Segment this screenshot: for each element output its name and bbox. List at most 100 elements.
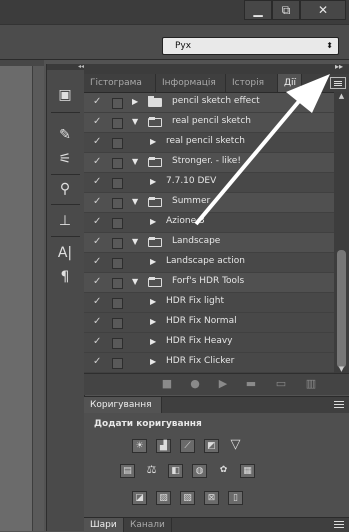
- photo-filter-icon[interactable]: ◍: [192, 464, 207, 478]
- disclosure-closed-icon[interactable]: ▶: [132, 97, 138, 106]
- action-row[interactable]: ✓ ▶ 7.7.10 DEV: [84, 173, 334, 193]
- action-set-row[interactable]: ✓ ▶ pencil sketch effect: [84, 93, 334, 113]
- selective-color-icon[interactable]: ⊠: [204, 491, 219, 505]
- disclosure-open-icon[interactable]: ▼: [132, 117, 138, 126]
- action-set-row[interactable]: ✓ ▼ Landscape: [84, 233, 334, 253]
- tab-actions[interactable]: Дії: [278, 74, 302, 92]
- check-icon[interactable]: ✓: [93, 336, 101, 347]
- scroll-down-icon[interactable]: ▼: [334, 365, 349, 373]
- dialog-toggle-box[interactable]: [112, 278, 123, 289]
- invert-icon[interactable]: ◪: [132, 491, 147, 505]
- tab-layers[interactable]: Шари: [84, 518, 124, 532]
- action-set-row[interactable]: ✓ ▼ Forf's HDR Tools: [84, 273, 334, 293]
- 3d-panel-icon[interactable]: ▣: [53, 84, 77, 106]
- dialog-toggle-box[interactable]: [112, 138, 123, 149]
- dialog-toggle-box[interactable]: [112, 298, 123, 309]
- dialog-toggle-box[interactable]: [112, 318, 123, 329]
- brightness-icon[interactable]: ☀: [132, 439, 147, 453]
- play-icon[interactable]: ▶: [216, 378, 230, 390]
- threshold-icon[interactable]: ▧: [180, 491, 195, 505]
- collapse-icon[interactable]: ◂◂: [47, 64, 84, 70]
- action-row[interactable]: ✓ ▶ HDR Fix Heavy: [84, 333, 334, 353]
- black-white-icon[interactable]: ◧: [168, 464, 183, 478]
- minimize-button[interactable]: ▁: [244, 0, 272, 20]
- check-icon[interactable]: ✓: [93, 236, 101, 247]
- dialog-toggle-box[interactable]: [112, 158, 123, 169]
- disclosure-closed-icon[interactable]: ▶: [150, 297, 156, 306]
- action-set-row[interactable]: ✓ ▼ real pencil sketch: [84, 113, 334, 133]
- stop-icon[interactable]: ■: [160, 378, 174, 390]
- action-row[interactable]: ✓ ▶ HDR Fix Normal: [84, 313, 334, 333]
- action-row[interactable]: ✓ ▶ real pencil sketch: [84, 133, 334, 153]
- character-panel-icon[interactable]: A|: [53, 242, 77, 264]
- disclosure-closed-icon[interactable]: ▶: [150, 337, 156, 346]
- trash-icon[interactable]: ▥: [304, 378, 318, 390]
- disclosure-closed-icon[interactable]: ▶: [150, 137, 156, 146]
- brush-panel-icon[interactable]: ⚟: [53, 148, 77, 170]
- dialog-toggle-box[interactable]: [112, 358, 123, 369]
- dialog-toggle-box[interactable]: [112, 258, 123, 269]
- disclosure-open-icon[interactable]: ▼: [132, 197, 138, 206]
- disclosure-open-icon[interactable]: ▼: [132, 157, 138, 166]
- check-icon[interactable]: ✓: [93, 156, 101, 167]
- dialog-toggle-box[interactable]: [112, 238, 123, 249]
- dialog-toggle-box[interactable]: [112, 198, 123, 209]
- check-icon[interactable]: ✓: [93, 176, 101, 187]
- brush-presets-icon[interactable]: ✎: [53, 124, 77, 146]
- check-icon[interactable]: ✓: [93, 256, 101, 267]
- levels-icon[interactable]: ▟: [156, 439, 171, 453]
- exposure-icon[interactable]: ◩: [204, 439, 219, 453]
- disclosure-closed-icon[interactable]: ▶: [150, 257, 156, 266]
- tab-adjustments[interactable]: Коригування: [84, 397, 162, 413]
- tab-history[interactable]: Історія: [226, 74, 278, 92]
- tab-info[interactable]: Інформація: [156, 74, 226, 92]
- disclosure-open-icon[interactable]: ▼: [132, 277, 138, 286]
- adjustments-menu-icon[interactable]: [332, 400, 346, 410]
- curves-icon[interactable]: ⟋: [180, 439, 195, 453]
- scroll-thumb[interactable]: [337, 250, 346, 368]
- action-row[interactable]: ✓ ▶ HDR Fix Clicker: [84, 353, 334, 373]
- check-icon[interactable]: ✓: [93, 116, 101, 127]
- dialog-toggle-box[interactable]: [112, 218, 123, 229]
- check-icon[interactable]: ✓: [93, 276, 101, 287]
- layers-menu-icon[interactable]: [332, 520, 346, 530]
- close-button[interactable]: ✕: [300, 0, 346, 20]
- check-icon[interactable]: ✓: [93, 296, 101, 307]
- color-lookup-icon[interactable]: ▦: [240, 464, 255, 478]
- disclosure-closed-icon[interactable]: ▶: [150, 357, 156, 366]
- disclosure-closed-icon[interactable]: ▶: [150, 317, 156, 326]
- panel-collapse-bar[interactable]: ▸▸: [84, 62, 349, 74]
- vibrance-icon[interactable]: ▽: [228, 438, 243, 453]
- new-set-icon[interactable]: ▬: [244, 378, 258, 390]
- document-canvas[interactable]: [0, 66, 33, 531]
- action-row[interactable]: ✓ ▶ HDR Fix light: [84, 293, 334, 313]
- action-row[interactable]: ✓ ▶ Landscape action: [84, 253, 334, 273]
- dialog-toggle-box[interactable]: [112, 338, 123, 349]
- dialog-toggle-box[interactable]: [112, 178, 123, 189]
- tab-histogram[interactable]: Гістограма: [84, 74, 156, 92]
- check-icon[interactable]: ✓: [93, 196, 101, 207]
- check-icon[interactable]: ✓: [93, 96, 101, 107]
- action-set-row[interactable]: ✓ ▼ Stronger. - like!: [84, 153, 334, 173]
- disclosure-closed-icon[interactable]: ▶: [150, 177, 156, 186]
- disclosure-open-icon[interactable]: ▼: [132, 237, 138, 246]
- tool-presets-icon[interactable]: ⊥: [53, 210, 77, 232]
- tab-channels[interactable]: Канали: [124, 518, 172, 532]
- new-action-icon[interactable]: ▭: [274, 378, 288, 390]
- panel-menu-icon[interactable]: [330, 77, 346, 89]
- check-icon[interactable]: ✓: [93, 216, 101, 227]
- dialog-toggle-box[interactable]: [112, 118, 123, 129]
- restore-button[interactable]: ⧉: [272, 0, 300, 20]
- clone-source-icon[interactable]: ⚲: [53, 178, 77, 200]
- dialog-toggle-box[interactable]: [112, 98, 123, 109]
- gradient-map-icon[interactable]: ▯: [228, 491, 243, 505]
- workspace-select[interactable]: Рух ⬍: [162, 37, 339, 55]
- posterize-icon[interactable]: ▨: [156, 491, 171, 505]
- disclosure-closed-icon[interactable]: ▶: [150, 217, 156, 226]
- check-icon[interactable]: ✓: [93, 316, 101, 327]
- check-icon[interactable]: ✓: [93, 356, 101, 367]
- channel-mixer-icon[interactable]: ✿: [216, 464, 231, 478]
- action-row[interactable]: ✓ ▶ Azione 3: [84, 213, 334, 233]
- scroll-up-icon[interactable]: ▲: [334, 92, 349, 100]
- actions-scrollbar[interactable]: ▲ ▼: [334, 92, 349, 373]
